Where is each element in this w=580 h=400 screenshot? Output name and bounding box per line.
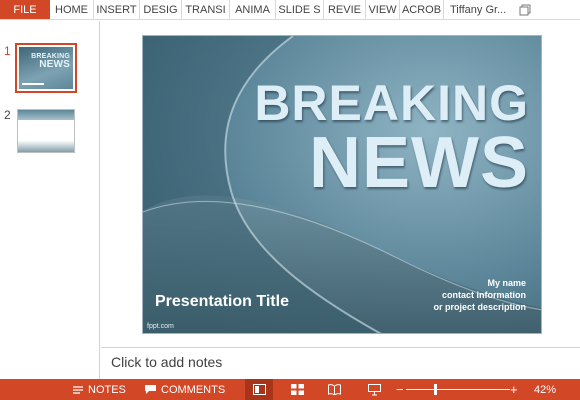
notes-icon bbox=[73, 385, 83, 394]
slide-thumbnail-1[interactable]: BREAKING NEWS bbox=[15, 43, 77, 93]
notes-toggle-button[interactable]: NOTES bbox=[72, 379, 126, 400]
tab-insert[interactable]: INSERT bbox=[94, 0, 140, 19]
restore-icon[interactable] bbox=[516, 0, 534, 19]
tab-transitions[interactable]: TRANSI bbox=[182, 0, 230, 19]
tab-home[interactable]: HOME bbox=[50, 0, 94, 19]
normal-view-icon bbox=[252, 384, 266, 395]
slide-sorter-button[interactable] bbox=[283, 379, 311, 400]
reading-view-button[interactable] bbox=[320, 379, 348, 400]
thumbnail-2-body bbox=[18, 120, 74, 152]
contact-text-box[interactable]: My name contact information or project d… bbox=[433, 277, 526, 313]
slide-headline[interactable]: BREAKING NEWS bbox=[254, 75, 529, 203]
comments-toggle-label: COMMENTS bbox=[161, 383, 226, 396]
comments-toggle-button[interactable]: COMMENTS bbox=[144, 379, 225, 400]
zoom-out-button[interactable]: − bbox=[396, 379, 404, 400]
zoom-in-button[interactable]: + bbox=[510, 379, 518, 400]
notes-placeholder: Click to add notes bbox=[111, 354, 223, 370]
slide-number-1: 1 bbox=[4, 44, 11, 58]
slide-number-2: 2 bbox=[4, 108, 11, 122]
powerpoint-window: FILE HOME INSERT DESIG TRANSI ANIMA SLID… bbox=[0, 0, 580, 400]
slideshow-icon bbox=[367, 383, 381, 395]
slide-editor: BREAKING NEWS Presentation Title My name… bbox=[101, 21, 580, 347]
tab-view[interactable]: VIEW bbox=[366, 0, 400, 19]
zoom-slider[interactable] bbox=[406, 389, 510, 390]
contact-line-name: My name bbox=[487, 278, 526, 288]
presentation-title[interactable]: Presentation Title bbox=[155, 293, 289, 311]
slideshow-button[interactable] bbox=[360, 379, 388, 400]
thumbnail-1-title-line2: NEWS bbox=[39, 59, 70, 70]
zoom-slider-thumb[interactable] bbox=[434, 384, 438, 395]
user-account[interactable]: Tiffany Gr... bbox=[444, 0, 516, 19]
thumbnail-1-title: BREAKING NEWS bbox=[31, 53, 70, 70]
status-bar: NOTES COMMENTS − + 42% bbox=[0, 379, 580, 400]
notes-pane[interactable]: Click to add notes bbox=[101, 347, 580, 379]
ribbon-tab-bar: FILE HOME INSERT DESIG TRANSI ANIMA SLID… bbox=[0, 0, 580, 20]
headline-line-1: BREAKING bbox=[254, 75, 529, 131]
notes-toggle-label: NOTES bbox=[88, 383, 126, 396]
tab-animations[interactable]: ANIMA bbox=[230, 0, 276, 19]
slide-thumbnail-2[interactable] bbox=[17, 109, 75, 153]
thumbnail-1-subtitle-bar bbox=[22, 83, 44, 85]
comment-icon bbox=[145, 385, 156, 394]
current-slide[interactable]: BREAKING NEWS Presentation Title My name… bbox=[142, 35, 542, 334]
tab-slide-show[interactable]: SLIDE S bbox=[276, 0, 324, 19]
tab-design[interactable]: DESIG bbox=[140, 0, 182, 19]
normal-view-button[interactable] bbox=[245, 379, 273, 400]
headline-line-2: NEWS bbox=[309, 123, 529, 203]
tab-review[interactable]: REVIE bbox=[324, 0, 366, 19]
contact-line-info: contact information bbox=[441, 290, 526, 300]
tab-file[interactable]: FILE bbox=[0, 0, 50, 19]
zoom-level[interactable]: 42% bbox=[534, 379, 556, 400]
slide-thumbnail-pane: 1 BREAKING NEWS 2 bbox=[0, 21, 100, 379]
slide-watermark: fppt.com bbox=[147, 323, 174, 330]
reading-view-icon bbox=[327, 384, 341, 395]
tab-acrobat[interactable]: ACROB bbox=[400, 0, 444, 19]
thumbnail-2-header-band bbox=[18, 110, 74, 120]
thumbnail-1-preview: BREAKING NEWS bbox=[19, 47, 73, 89]
slide-sorter-icon bbox=[290, 384, 304, 395]
contact-line-description: or project description bbox=[433, 302, 526, 312]
